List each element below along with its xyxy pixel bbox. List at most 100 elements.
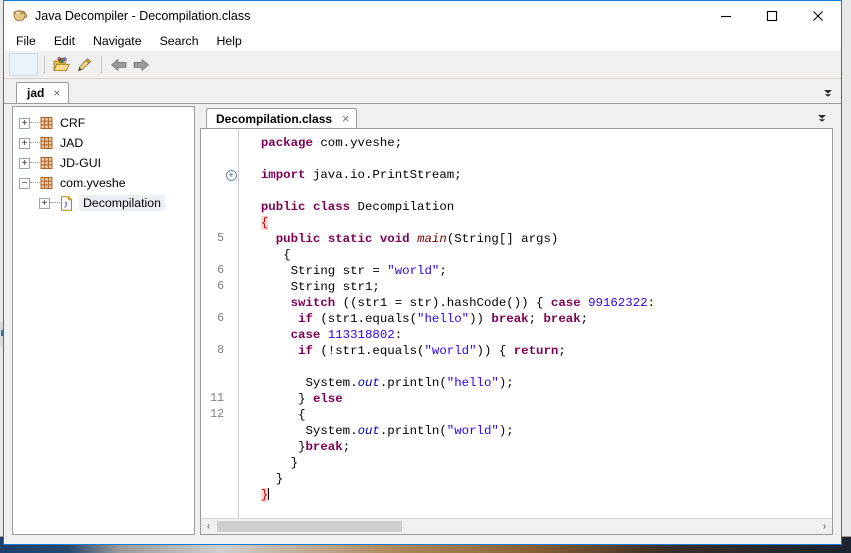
fold-slot <box>224 455 238 471</box>
close-button[interactable] <box>795 1 841 30</box>
tree-node-decompilation[interactable]: + J Decompilation <box>13 193 194 213</box>
forward-arrow-icon[interactable] <box>130 54 152 76</box>
code-line: } else <box>246 391 832 407</box>
tree-node-label: CRF <box>60 116 86 130</box>
fold-slot <box>224 135 238 151</box>
pen-icon[interactable] <box>73 54 95 76</box>
code-line: switch ((str1 = str).hashCode()) { case … <box>246 295 832 311</box>
code-token: { <box>298 408 306 422</box>
menu-item-navigate[interactable]: Navigate <box>93 34 142 48</box>
code-token: public <box>275 232 321 246</box>
close-icon[interactable]: × <box>342 112 349 126</box>
fold-slot <box>224 263 238 279</box>
code-token: out <box>357 376 380 390</box>
tree-node-com-yveshe[interactable]: − com.yveshe <box>13 173 194 193</box>
view-tab-jad[interactable]: jad × <box>16 82 70 103</box>
editor-body[interactable]: 5 6 6 6 8 11 12 + package com.yveshe; import j… <box>201 129 832 518</box>
code-line: if (!str1.equals("world")) { return; <box>246 343 832 359</box>
code-token: ; <box>342 440 351 454</box>
code-token: System. <box>305 424 358 438</box>
menu-item-help[interactable]: Help <box>217 34 242 48</box>
chevron-down-icon[interactable] <box>813 109 831 127</box>
line-number-blank <box>201 183 224 199</box>
code-token: 113318802 <box>327 328 395 342</box>
fold-marker[interactable]: + <box>224 167 238 183</box>
code-token: 99162322 <box>588 296 648 310</box>
open-file-icon[interactable] <box>51 54 73 76</box>
line-number-blank <box>201 151 224 167</box>
package-icon <box>40 176 54 190</box>
code-token: switch <box>290 296 336 310</box>
code-line: if (str1.equals("hello")) break; break; <box>246 311 832 327</box>
fold-slot <box>224 247 238 263</box>
menu-item-edit[interactable]: Edit <box>54 34 75 48</box>
menu-item-file[interactable]: File <box>16 34 36 48</box>
code-token: (!str1.equals( <box>312 344 425 358</box>
expander-icon[interactable]: + <box>19 157 30 169</box>
package-icon <box>40 116 54 130</box>
line-number-blank <box>201 215 224 231</box>
code-line: { <box>246 247 832 263</box>
code-line: { <box>246 407 832 423</box>
fold-slot <box>224 343 238 359</box>
code-line: System.out.println("world"); <box>246 423 832 439</box>
tree-node-label: Decompilation <box>79 195 165 211</box>
code-token: ((str1 = str).hashCode()) { <box>335 296 551 310</box>
fold-slot <box>224 199 238 215</box>
chevron-down-icon[interactable] <box>819 84 837 102</box>
menu-item-search[interactable]: Search <box>160 34 199 48</box>
fold-slot <box>224 359 238 375</box>
tree-node-jad[interactable]: + JAD <box>13 133 194 153</box>
code-token: )) <box>469 312 492 326</box>
collapser-icon[interactable]: − <box>19 177 30 189</box>
fold-slot <box>224 311 238 327</box>
editor-tab-decompilation-class[interactable]: Decompilation.class × <box>206 108 358 128</box>
scroll-left-arrow-icon[interactable]: ‹ <box>201 519 216 534</box>
line-number-blank <box>201 423 224 439</box>
code-token: "world" <box>424 344 477 358</box>
expander-icon[interactable]: + <box>19 137 30 149</box>
code-token: { <box>283 248 291 262</box>
line-number: 12 <box>210 408 224 421</box>
scroll-right-arrow-icon[interactable]: › <box>817 519 832 534</box>
expander-icon[interactable]: + <box>39 197 50 209</box>
code-token: import <box>260 168 306 182</box>
minimize-button[interactable] <box>703 1 749 30</box>
horizontal-scrollbar[interactable]: ‹ › <box>201 518 832 534</box>
maximize-button[interactable] <box>749 1 795 30</box>
tree-node-jd-gui[interactable]: + JD-GUI <box>13 153 194 173</box>
close-icon[interactable]: × <box>53 86 60 100</box>
fold-slot <box>224 391 238 407</box>
toolbar <box>4 51 841 79</box>
tree-node-crf[interactable]: + CRF <box>13 113 194 133</box>
fold-slot <box>224 423 238 439</box>
code-token: } <box>298 440 306 454</box>
tree-panel: + CRF + JAD + JD-GUI − com.yveshe + J De… <box>12 106 195 535</box>
line-number-blank <box>201 247 224 263</box>
code-token: com.yveshe; <box>312 136 403 150</box>
project-tree: + CRF + JAD + JD-GUI − com.yveshe + J De… <box>13 107 194 534</box>
expander-icon[interactable]: + <box>19 117 30 129</box>
code-token: } <box>275 472 284 486</box>
line-number: 11 <box>210 392 224 405</box>
fold-marker-column[interactable]: + <box>224 129 239 518</box>
fold-expand-icon[interactable]: + <box>225 169 237 181</box>
java-file-icon: J <box>60 195 73 211</box>
code-token: break <box>305 440 343 454</box>
line-number-gutter: 5 6 6 6 8 11 12 <box>201 129 224 518</box>
line-number: 8 <box>217 344 224 357</box>
back-arrow-icon[interactable] <box>108 54 130 76</box>
code-text-area[interactable]: package com.yveshe; import java.io.Print… <box>239 129 832 518</box>
code-token: if <box>298 344 313 358</box>
text-cursor <box>268 488 270 500</box>
editor-panel: Decompilation.class × 5 6 6 6 8 11 12 + <box>200 106 833 535</box>
line-number-blank <box>201 375 224 391</box>
tree-connector <box>30 182 40 184</box>
fold-slot <box>224 407 238 423</box>
code-token: } <box>290 456 299 470</box>
fold-slot <box>224 279 238 295</box>
scrollbar-thumb[interactable] <box>217 521 402 532</box>
fold-slot <box>224 231 238 247</box>
